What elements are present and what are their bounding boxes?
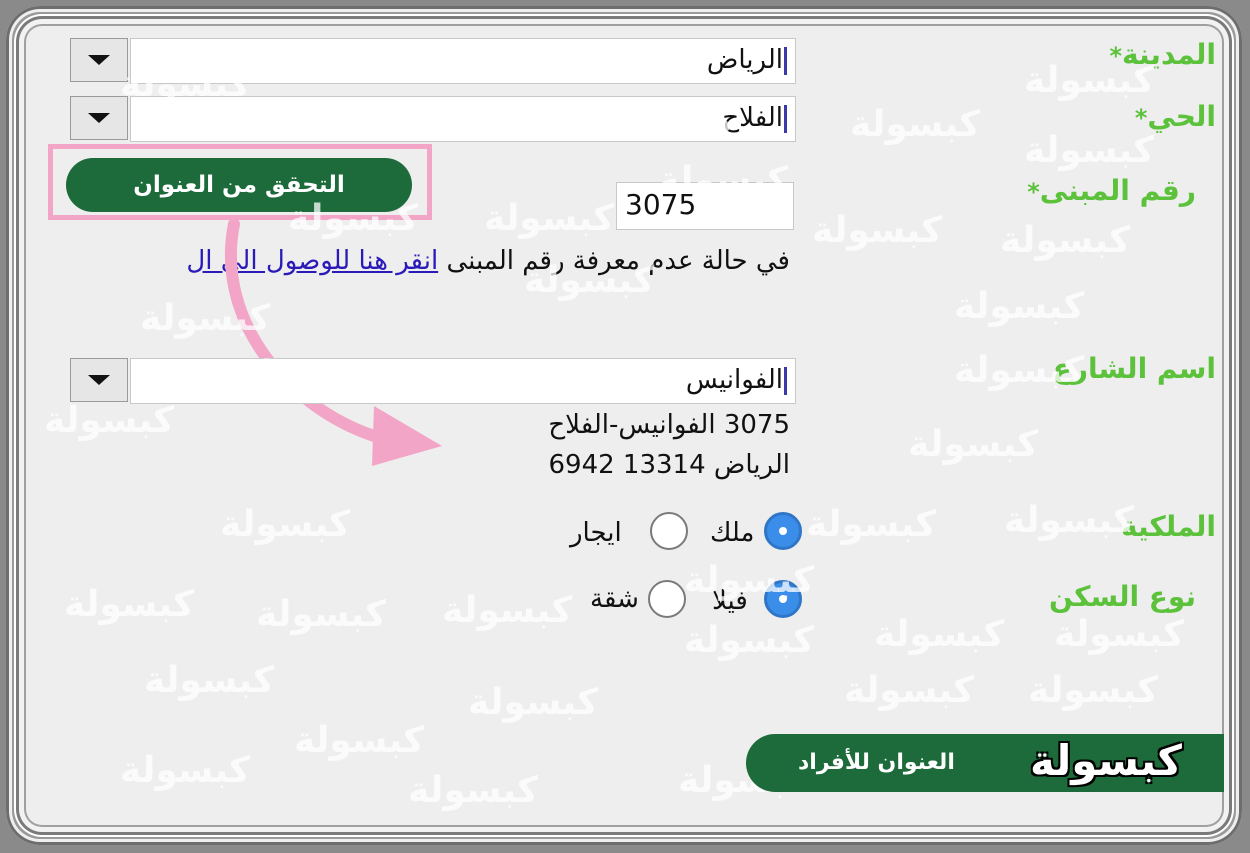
watermark-text: كبسولة	[144, 660, 275, 701]
watermark-text: كبسولة	[468, 682, 599, 723]
city-dropdown-button[interactable]	[70, 38, 128, 82]
housing-option-villa: فيلا	[712, 586, 748, 616]
form-panel: المدينة* الرياض الحي* الفلاح رقم المبنى*…	[24, 24, 1224, 827]
ownership-option-rent: ايجار	[570, 518, 622, 548]
watermark-text: كبسولة	[220, 504, 351, 545]
district-select[interactable]: الفلاح	[130, 96, 796, 142]
watermark-text: كبسولة	[1024, 130, 1155, 171]
annotation-arrow	[224, 218, 442, 466]
housing-option-apartment: شقة	[590, 584, 639, 614]
watermark-text: كبسولة	[442, 590, 573, 631]
watermark-text: كبسولة	[844, 670, 975, 711]
watermark-text: كبسولة	[294, 720, 425, 761]
watermark-text: كبسولة	[812, 210, 943, 251]
watermark-text: كبسولة	[954, 286, 1085, 327]
watermark-text: كبسولة	[850, 104, 981, 145]
text-cursor	[784, 47, 787, 75]
required-mark: *	[1027, 178, 1040, 206]
required-mark: *	[1134, 104, 1148, 132]
watermark-text: كبسولة	[120, 750, 251, 791]
housing-type-label: نوع السكن	[1048, 580, 1196, 613]
building-number-label: رقم المبنى*	[1027, 174, 1196, 207]
verify-address-button[interactable]: التحقق من العنوان	[66, 158, 412, 212]
required-mark: *	[1109, 42, 1123, 70]
chevron-down-icon	[88, 55, 110, 65]
street-label: اسم الشارع	[1052, 352, 1216, 385]
district-label: الحي*	[1134, 100, 1216, 133]
watermark-text: كبسولة	[1004, 500, 1135, 541]
address-line-2: الرياض 13314 6942	[548, 450, 790, 480]
watermark-text: كبسولة	[44, 400, 175, 441]
ownership-radio-rent[interactable]	[650, 512, 688, 550]
chevron-down-icon	[88, 113, 110, 123]
street-value: الفوانيس	[685, 365, 783, 395]
district-value: الفلاح	[722, 103, 783, 133]
housing-radio-apartment[interactable]	[648, 580, 686, 618]
watermark-text: كبسولة	[1028, 670, 1159, 711]
building-number-value: 3075	[625, 188, 697, 221]
address-line-1: 3075 الفوانيس-الفلاح	[548, 410, 790, 440]
street-dropdown-button[interactable]	[70, 358, 128, 402]
hint-text: في حالة عدم معرفة رقم المبنى	[446, 246, 790, 276]
ownership-label: الملكية	[1120, 510, 1216, 543]
watermark-text: كبسولة	[1054, 614, 1185, 655]
city-select[interactable]: الرياض	[130, 38, 796, 84]
ownership-option-own: ملك	[710, 518, 755, 548]
watermark-text: كبسولة	[1000, 220, 1131, 261]
city-value: الرياض	[706, 45, 783, 75]
city-label: المدينة*	[1109, 38, 1216, 71]
chevron-down-icon	[88, 375, 110, 385]
watermark-text: كبسولة	[806, 504, 937, 545]
watermark-text: كبسولة	[484, 198, 615, 239]
brand-logo: كبسولة	[1030, 736, 1182, 785]
watermark-text: كبسولة	[874, 614, 1005, 655]
housing-radio-villa[interactable]	[764, 580, 802, 618]
street-select[interactable]: الفوانيس	[130, 358, 796, 404]
watermark-text: كبسولة	[908, 424, 1039, 465]
ownership-radio-own[interactable]	[764, 512, 802, 550]
watermark-text: كبسولة	[256, 594, 387, 635]
watermark-text: كبسولة	[64, 584, 195, 625]
watermark-text: كبسولة	[408, 770, 539, 811]
building-number-input[interactable]: 3075	[616, 182, 794, 230]
watermark-text: كبسولة	[684, 620, 815, 661]
text-cursor	[784, 105, 787, 133]
district-dropdown-button[interactable]	[70, 96, 128, 140]
text-cursor	[784, 367, 787, 395]
register-address-label: العنوان للأفراد	[798, 750, 955, 775]
